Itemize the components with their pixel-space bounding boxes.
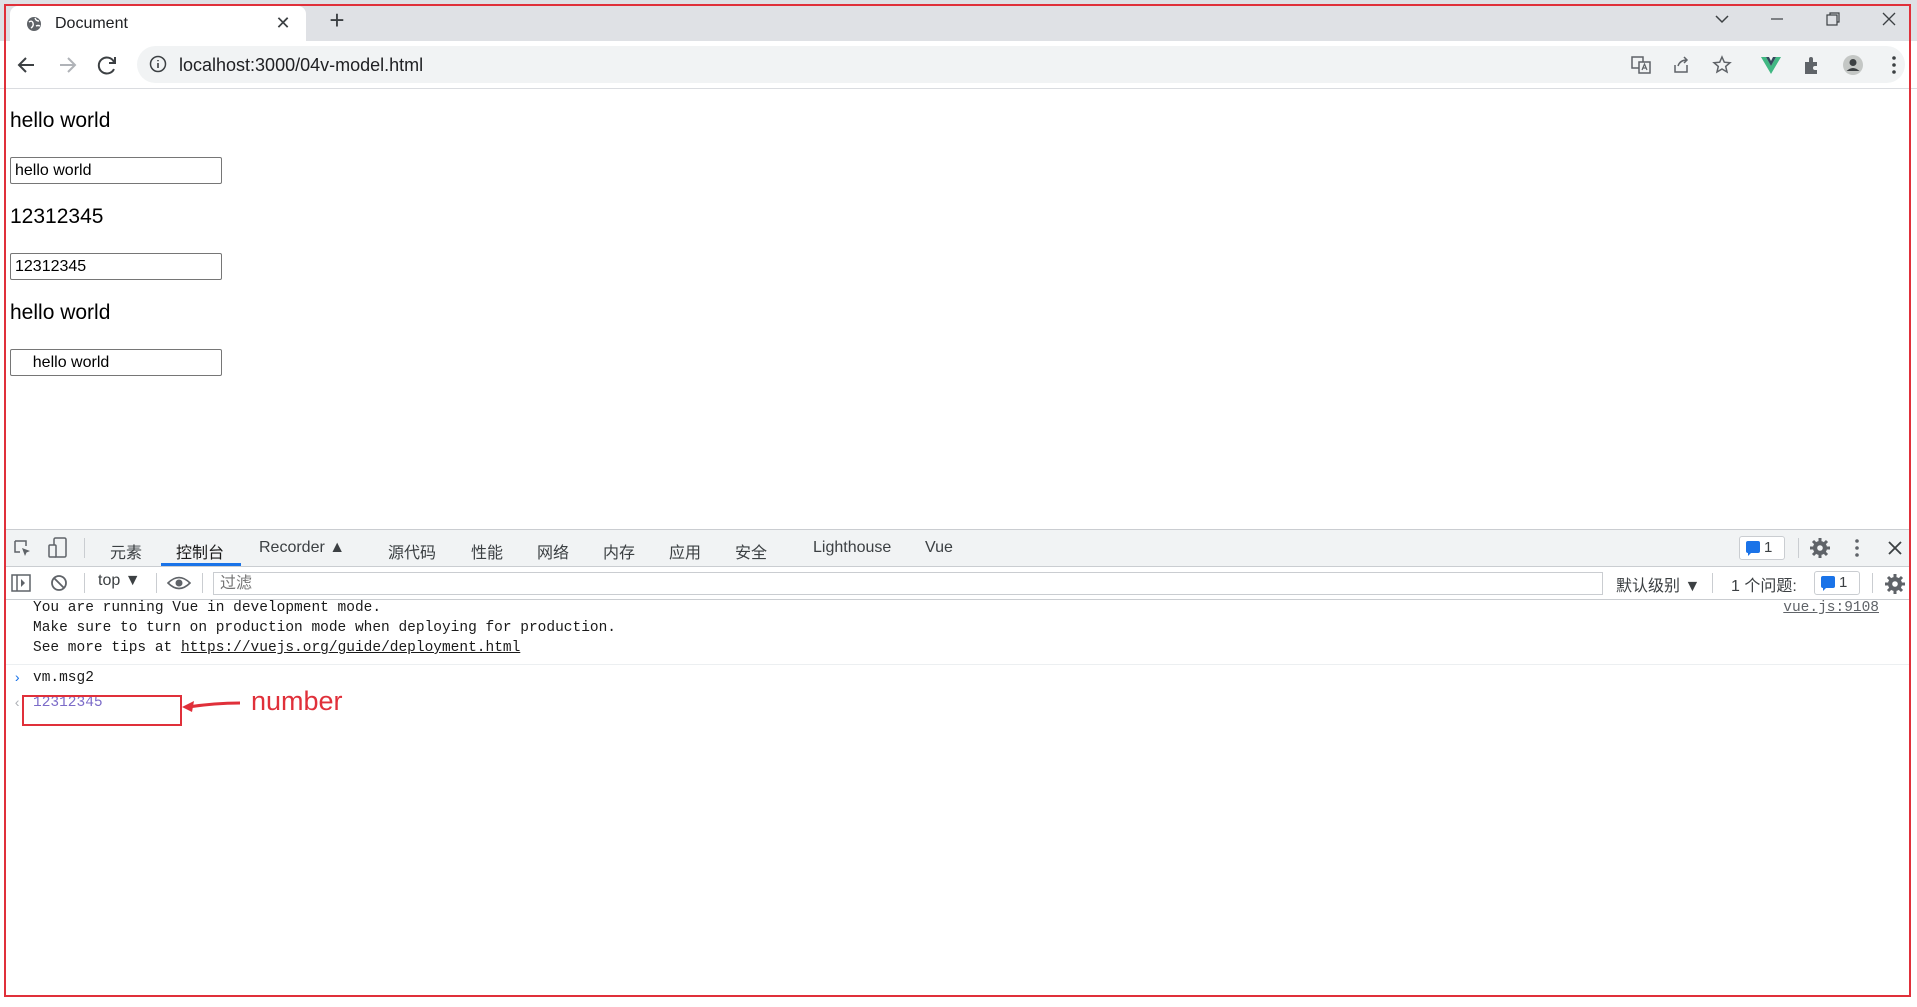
tab-sources[interactable]: 源代码 xyxy=(388,539,436,563)
tab-search-icon[interactable] xyxy=(1694,0,1750,38)
browser-toolbar: localhost:3000/04v-model.html xyxy=(0,41,1917,89)
separator xyxy=(84,573,85,593)
tab-recorder[interactable]: Recorder ▲ xyxy=(259,539,345,557)
new-tab-button[interactable]: + xyxy=(322,6,352,36)
tab-network[interactable]: 网络 xyxy=(537,539,569,563)
log-level-selector[interactable]: 默认级别 ▼ xyxy=(1616,572,1700,596)
tab-vue[interactable]: Vue xyxy=(925,539,953,557)
msg-input-2[interactable] xyxy=(10,253,222,280)
translate-icon[interactable] xyxy=(1631,55,1651,75)
tab-application[interactable]: 应用 xyxy=(669,539,701,563)
restore-icon[interactable] xyxy=(1805,0,1861,38)
bookmark-star-icon[interactable] xyxy=(1712,55,1732,75)
devtools-tab-bar: 元素 控制台 Recorder ▲ 源代码 性能 网络 内存 应用 安全 Lig… xyxy=(6,530,1911,567)
chrome-menu-icon[interactable] xyxy=(1883,54,1905,76)
site-info-icon[interactable] xyxy=(149,55,167,73)
msg-input-1[interactable] xyxy=(10,157,222,184)
devtools-panel: 元素 控制台 Recorder ▲ 源代码 性能 网络 内存 应用 安全 Lig… xyxy=(6,529,1911,996)
back-arrow-icon[interactable] xyxy=(12,50,42,80)
issues-count-badge[interactable]: 1 xyxy=(1814,571,1860,595)
console-command[interactable]: vm.msg2 xyxy=(33,670,94,686)
tab-strip: Document ✕ + xyxy=(0,0,1917,41)
device-toolbar-icon[interactable] xyxy=(48,537,68,559)
sidebar-toggle-icon[interactable] xyxy=(11,574,31,592)
minimize-icon[interactable] xyxy=(1749,0,1805,38)
msg-input-3[interactable] xyxy=(10,349,222,376)
address-bar[interactable]: localhost:3000/04v-model.html xyxy=(137,46,1905,83)
separator xyxy=(202,573,203,593)
tab-security[interactable]: 安全 xyxy=(735,539,767,563)
page-viewport: hello world 12312345 hello world xyxy=(6,89,1911,529)
browser-tab[interactable]: Document ✕ xyxy=(10,6,306,41)
source-link[interactable]: vue.js:9108 xyxy=(1783,600,1879,616)
result-arrow-icon: ‹ xyxy=(13,696,22,712)
msg-text-3: hello world xyxy=(10,301,111,324)
devtools-menu-icon[interactable] xyxy=(1852,537,1862,559)
msg-text-2: 12312345 xyxy=(10,205,104,228)
issues-count: 1 xyxy=(1839,574,1848,591)
tab-console[interactable]: 控制台 xyxy=(176,539,224,563)
separator xyxy=(1712,573,1713,593)
msg-text-1: hello world xyxy=(10,109,111,132)
input-prompt-icon: › xyxy=(13,671,22,687)
profile-avatar-icon[interactable] xyxy=(1842,54,1864,76)
window-close-icon[interactable] xyxy=(1861,0,1917,38)
tab-performance[interactable]: 性能 xyxy=(471,539,503,563)
context-selector[interactable]: top ▼ xyxy=(98,572,141,590)
message-icon xyxy=(1821,576,1835,591)
tab-close-icon[interactable]: ✕ xyxy=(272,12,294,34)
tab-lighthouse[interactable]: Lighthouse xyxy=(813,539,891,557)
log-line: See more tips at https://vuejs.org/guide… xyxy=(33,640,520,656)
settings-gear-icon[interactable] xyxy=(1809,537,1831,559)
separator xyxy=(1872,573,1873,593)
tab-elements[interactable]: 元素 xyxy=(110,539,142,563)
reload-icon[interactable] xyxy=(92,50,122,80)
log-line: Make sure to turn on production mode whe… xyxy=(33,620,616,636)
console-filter-input[interactable] xyxy=(213,572,1603,595)
log-line: You are running Vue in development mode. xyxy=(33,600,382,616)
annotation-highlight-box xyxy=(22,695,182,726)
annotation-label: number xyxy=(251,686,343,716)
clear-console-icon[interactable] xyxy=(50,574,68,592)
extensions-icon[interactable] xyxy=(1801,54,1823,76)
issues-badge-count: 1 xyxy=(1764,539,1773,556)
console-settings-gear-icon[interactable] xyxy=(1884,573,1906,595)
issues-badge[interactable]: 1 xyxy=(1739,536,1785,560)
tab-title: Document xyxy=(55,15,128,32)
log-text: See more tips at xyxy=(33,640,181,656)
active-tab-indicator xyxy=(161,563,241,566)
url-text: localhost:3000/04v-model.html xyxy=(179,55,424,75)
separator xyxy=(1798,538,1799,558)
share-icon[interactable] xyxy=(1672,55,1692,75)
separator xyxy=(156,573,157,593)
vue-devtools-icon[interactable] xyxy=(1760,54,1782,76)
forward-arrow-icon[interactable] xyxy=(52,50,82,80)
close-devtools-icon[interactable] xyxy=(1886,539,1904,557)
tab-memory[interactable]: 内存 xyxy=(603,539,635,563)
console-toolbar: top ▼ 默认级别 ▼ 1 个问题: 1 xyxy=(6,567,1911,600)
issues-label[interactable]: 1 个问题: xyxy=(1731,572,1797,596)
separator xyxy=(84,538,85,558)
message-icon xyxy=(1746,541,1760,556)
annotation-arrow-icon xyxy=(182,701,241,712)
deployment-link[interactable]: https://vuejs.org/guide/deployment.html xyxy=(181,640,520,656)
divider xyxy=(6,664,1911,665)
globe-icon xyxy=(27,17,41,31)
live-expression-eye-icon[interactable] xyxy=(167,575,191,591)
inspect-element-icon[interactable] xyxy=(12,538,32,558)
